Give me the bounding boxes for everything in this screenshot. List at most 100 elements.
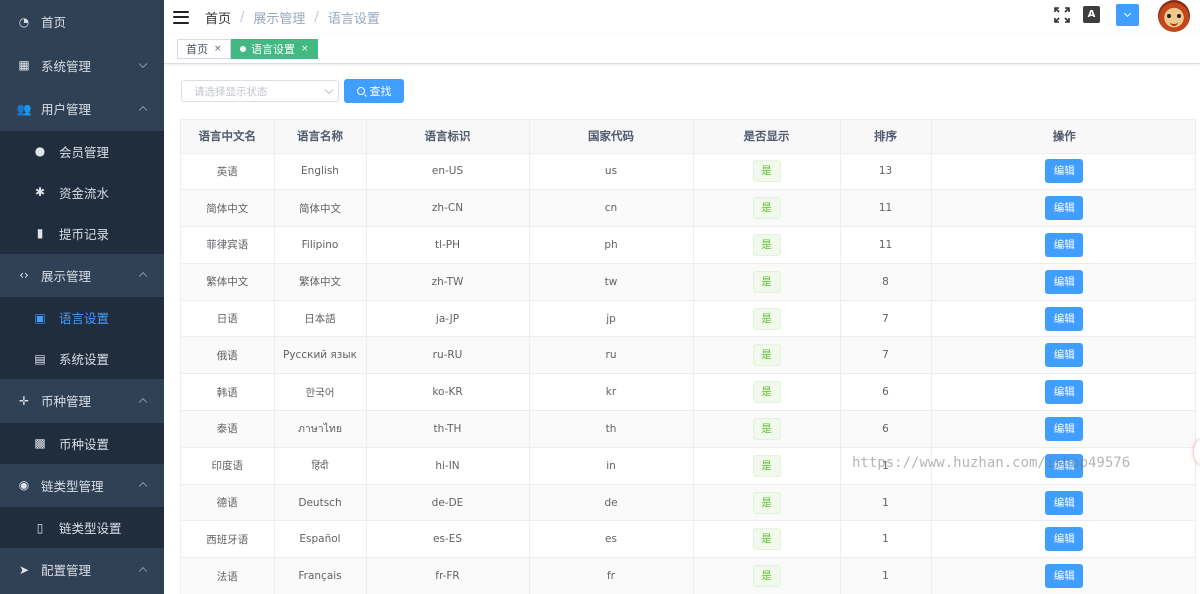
close-icon[interactable]: ×: [214, 44, 222, 54]
active-dot-icon: [240, 46, 246, 52]
language-icon-text: A: [1087, 9, 1096, 20]
table-cell: 繁体中文: [274, 263, 367, 301]
hamburger-icon[interactable]: [173, 10, 189, 24]
table-cell: zh-CN: [366, 189, 530, 228]
sidebar-item-label: 用户管理: [41, 102, 92, 118]
table-cell: zh-TW: [366, 263, 530, 301]
display-status-select[interactable]: 请选择显示状态: [181, 80, 339, 102]
table-cell: 编辑: [931, 226, 1195, 264]
dropdown-button[interactable]: [1116, 4, 1139, 26]
table-row: 简体中文 简体中文 zh-CN cn 是 11 编辑: [181, 189, 1195, 228]
chevron-up-icon: [138, 105, 148, 115]
sidebar-item-12[interactable]: ▯ 链类型设置: [0, 507, 164, 548]
send-icon: ➤: [18, 562, 30, 577]
display-status-badge: 是: [752, 270, 781, 293]
tag-language-settings[interactable]: 语言设置 ×: [231, 39, 318, 59]
dashboard-icon: ◔: [18, 14, 30, 29]
sidebar-item-9[interactable]: ✛ 币种管理: [0, 379, 164, 423]
breadcrumb-home[interactable]: 首页: [205, 8, 231, 27]
edit-button[interactable]: 编辑: [1045, 343, 1084, 368]
move-icon: ✛: [18, 393, 30, 408]
table-cell: ru-RU: [366, 336, 530, 375]
sidebar: ◔ 首页 ▦ 系统管理 👥 用户管理 ● 会员管理 ✱ 资金流水 ▮ 提币记录 ‹› 展示管理 ▣ 语言设置 ▤…: [0, 0, 164, 594]
table-cell: 编辑: [931, 410, 1195, 448]
tag-label: 语言设置: [251, 43, 295, 56]
table-cell: 泰语: [181, 410, 275, 448]
edit-button[interactable]: 编辑: [1045, 527, 1084, 552]
column-header: 语言名称: [274, 120, 367, 154]
sidebar-item-3[interactable]: ● 会员管理: [0, 130, 164, 172]
edit-button[interactable]: 编辑: [1045, 564, 1084, 589]
chevron-up-icon: [138, 272, 148, 281]
image-icon: ▩: [34, 436, 46, 450]
display-status-badge: 是: [752, 344, 781, 367]
tag-home[interactable]: 首页 ×: [177, 39, 231, 59]
sidebar-item-0[interactable]: ◔ 首页: [0, 0, 164, 44]
avatar[interactable]: [1158, 0, 1190, 32]
table-cell: 是: [693, 263, 841, 301]
sidebar-item-4[interactable]: ✱ 资金流水: [0, 171, 164, 213]
chevron-up-icon: [138, 566, 148, 576]
close-icon[interactable]: ×: [301, 44, 309, 54]
edit-button[interactable]: 编辑: [1045, 269, 1084, 294]
table-cell: 1: [840, 447, 932, 485]
table-cell: 繁体中文: [181, 263, 275, 301]
edit-button[interactable]: 编辑: [1045, 232, 1084, 257]
table-cell: 是: [693, 484, 841, 522]
sidebar-item-2[interactable]: 👥 用户管理: [0, 87, 164, 131]
table-cell: 是: [693, 336, 841, 375]
sidebar-item-label: 币种设置: [59, 436, 110, 452]
select-placeholder: 请选择显示状态: [194, 85, 268, 98]
sidebar-item-11[interactable]: ◉ 链类型管理: [0, 463, 164, 507]
table-cell: th-TH: [366, 410, 530, 448]
table-cell: 是: [693, 226, 841, 264]
display-status-badge: 是: [752, 417, 781, 440]
table-cell: English: [274, 153, 367, 191]
edit-button[interactable]: 编辑: [1045, 380, 1084, 405]
sidebar-item-13[interactable]: ➤ 配置管理: [0, 548, 164, 592]
table-header: 语言中文名 语言名称 语言标识 国家代码 是否显示 排序 操作: [181, 120, 1195, 154]
table-row: 英语 English en-US us 是 13 编辑: [181, 153, 1195, 191]
edit-button[interactable]: 编辑: [1045, 196, 1084, 221]
document-icon: ▤: [34, 351, 46, 366]
column-header: 国家代码: [529, 120, 694, 154]
table-cell: 1: [840, 557, 932, 594]
table-cell: 编辑: [931, 484, 1195, 522]
sidebar-item-5[interactable]: ▮ 提币记录: [0, 212, 164, 254]
table-cell: 韩语: [181, 373, 275, 412]
sidebar-item-label: 链类型管理: [41, 478, 104, 494]
table-cell: 英语: [181, 153, 275, 191]
column-header: 语言中文名: [181, 120, 275, 154]
fullscreen-icon[interactable]: [1054, 7, 1070, 23]
table-cell: 编辑: [931, 373, 1195, 412]
edit-button[interactable]: 编辑: [1045, 453, 1084, 478]
book-icon: ▯: [36, 520, 44, 535]
header: 首页 / 展示管理 / 语言设置 A: [164, 0, 1200, 34]
edit-button[interactable]: 编辑: [1045, 490, 1084, 515]
table-row: 西班牙语 Español es-ES es 是 1 编辑: [181, 520, 1195, 559]
sidebar-item-6[interactable]: ‹› 展示管理: [0, 253, 164, 297]
chevron-up-icon: [138, 397, 148, 407]
table-cell: 日本語: [274, 300, 367, 338]
app: ◔ 首页 ▦ 系统管理 👥 用户管理 ● 会员管理 ✱ 资金流水 ▮ 提币记录 ‹› 展示管理 ▣ 语言设置 ▤…: [0, 0, 1200, 594]
sidebar-item-1[interactable]: ▦ 系统管理: [0, 43, 164, 87]
search-button[interactable]: 查找: [344, 79, 404, 103]
display-status-badge: 是: [752, 160, 781, 183]
sidebar-item-8[interactable]: ▤ 系统设置: [0, 338, 164, 379]
language-icon[interactable]: A: [1083, 6, 1100, 23]
table-cell: 日语: [181, 300, 275, 338]
breadcrumb-current: 语言设置: [327, 11, 380, 27]
calendar-icon: ▣: [34, 310, 46, 325]
table-cell: 11: [840, 189, 932, 228]
sidebar-item-label: 会员管理: [59, 144, 110, 160]
table-cell: 编辑: [931, 153, 1195, 191]
column-header: 语言标识: [366, 120, 530, 154]
sidebar-item-7[interactable]: ▣ 语言设置: [0, 297, 164, 338]
edit-button[interactable]: 编辑: [1045, 159, 1084, 184]
table-cell: de-DE: [366, 484, 530, 522]
edit-button[interactable]: 编辑: [1045, 416, 1084, 441]
table-cell: ko-KR: [366, 373, 530, 412]
sidebar-item-10[interactable]: ▩ 币种设置: [0, 422, 164, 464]
table-cell: 7: [840, 300, 932, 338]
edit-button[interactable]: 编辑: [1045, 306, 1084, 331]
